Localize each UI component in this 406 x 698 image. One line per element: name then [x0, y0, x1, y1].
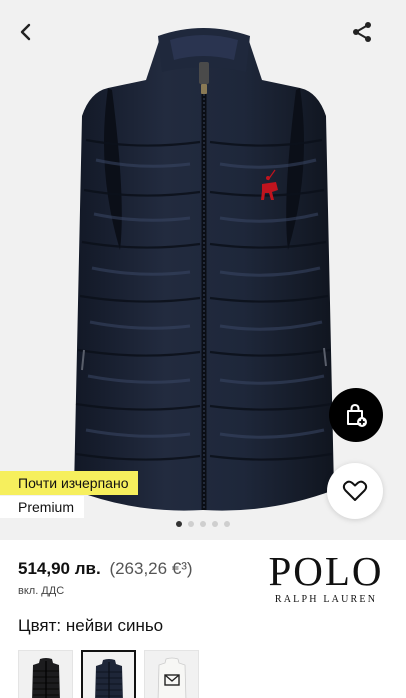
premium-badge: Premium — [0, 496, 85, 518]
brand-logo[interactable]: POLO RALPH LAUREN — [264, 548, 388, 606]
thumb-white-vest[interactable] — [144, 650, 199, 698]
vest-thumbnail-image — [157, 657, 186, 698]
back-button[interactable] — [8, 14, 44, 50]
carousel-dot[interactable] — [212, 521, 218, 527]
thumb-black-vest[interactable] — [18, 650, 73, 698]
thumb-navy-vest[interactable] — [81, 650, 136, 698]
carousel-dot[interactable] — [224, 521, 230, 527]
price: 514,90 лв. (263,26 €³) — [18, 559, 193, 579]
brand-subname: RALPH LAUREN — [274, 594, 378, 605]
carousel-dot[interactable] — [176, 521, 182, 527]
price-main: 514,90 лв. — [18, 559, 101, 578]
vest-thumbnail-image — [94, 659, 123, 698]
premium-badge-label: Premium — [18, 499, 75, 515]
wishlist-button[interactable] — [327, 463, 383, 519]
share-button[interactable] — [344, 14, 380, 50]
price-eur: (263,26 €³) — [109, 559, 193, 578]
vest-thumbnail-image — [31, 658, 60, 698]
product-image — [74, 28, 334, 511]
low-stock-badge: Почти изчерпано — [0, 471, 139, 495]
color-swatches — [18, 650, 199, 698]
low-stock-badge-label: Почти изчерпано — [18, 475, 129, 491]
carousel-indicator — [0, 521, 406, 527]
share-icon — [353, 22, 371, 42]
brand-name: POLO — [268, 548, 384, 594]
heart-icon — [342, 480, 368, 501]
product-image-gallery[interactable]: Почти изчерпано Premium — [0, 0, 406, 540]
shopping-bag-add-icon — [347, 403, 367, 427]
carousel-dot[interactable] — [188, 521, 194, 527]
chevron-left-icon — [20, 23, 31, 41]
carousel-dot[interactable] — [200, 521, 206, 527]
vat-note: вкл. ДДС — [18, 585, 65, 597]
add-to-bag-button[interactable] — [329, 388, 383, 442]
color-label: Цвят: нейви синьо — [18, 616, 164, 635]
